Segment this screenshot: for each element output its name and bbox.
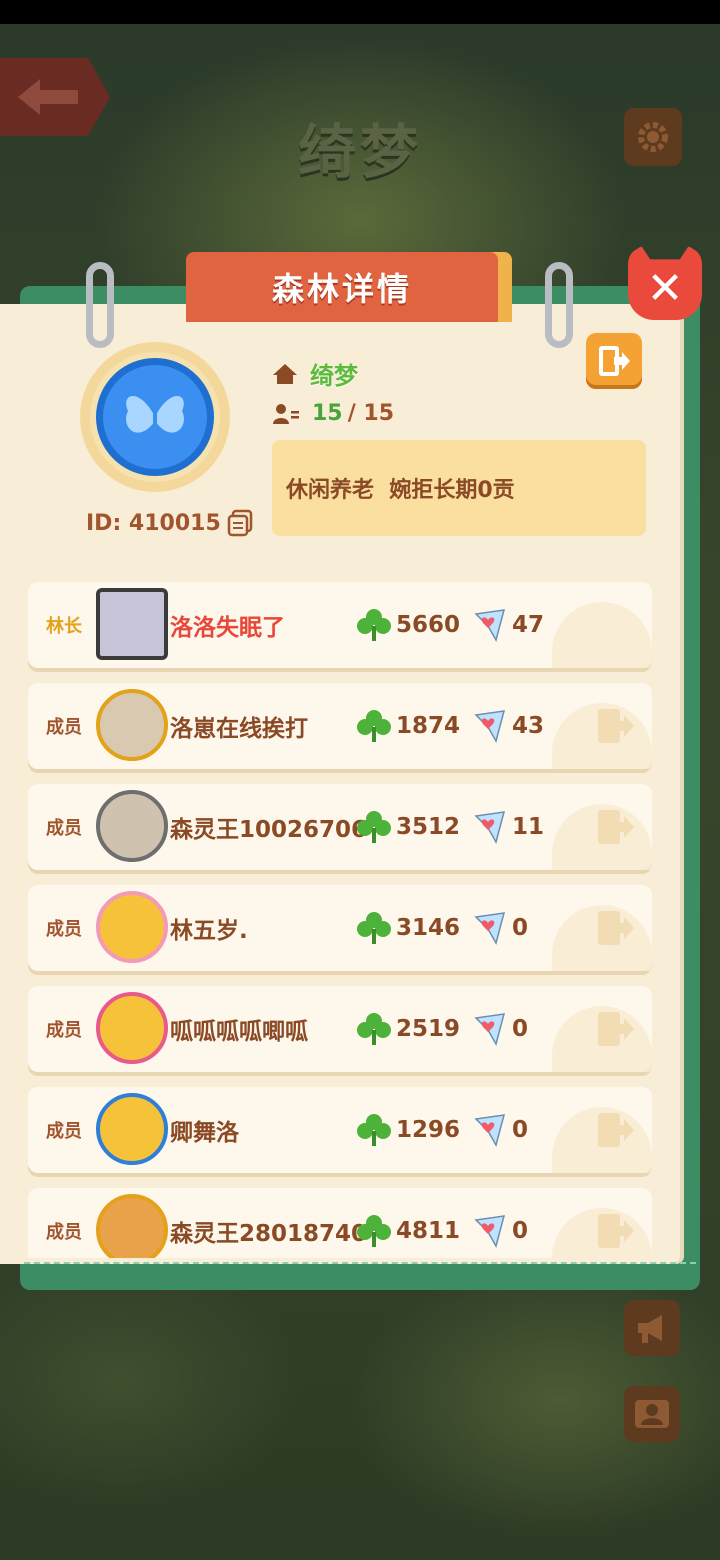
member-gifts: 0 [472, 911, 528, 945]
binder-ring-left [86, 262, 114, 348]
remove-member-button[interactable] [594, 1008, 636, 1050]
member-score: 5660 [356, 608, 460, 642]
avatar[interactable] [96, 1093, 168, 1165]
member-name: 卿舞洛 [170, 1120, 239, 1146]
forest-name: 绮梦 [310, 362, 358, 390]
clover-icon [357, 710, 391, 742]
contact-card-icon [635, 1400, 669, 1428]
clover-icon [357, 1114, 391, 1146]
clover-icon [357, 609, 391, 641]
member-score: 4811 [356, 1214, 460, 1248]
member-row[interactable]: 成员 森灵王10026706 3512 11 [28, 784, 652, 870]
forest-announcement: 休闲养老 婉拒长期0贡 [272, 440, 646, 536]
avatar[interactable] [96, 588, 168, 660]
status-bar [0, 0, 720, 24]
people-icon [273, 403, 299, 424]
member-role: 成员 [46, 1121, 82, 1142]
settings-button[interactable] [624, 108, 682, 166]
row-decoration [552, 602, 652, 668]
forest-emblem [80, 342, 230, 492]
avatar[interactable] [96, 891, 168, 963]
binder-ring-right [545, 262, 573, 348]
member-gifts: 11 [472, 810, 544, 844]
forest-id-text: ID: 410015 [86, 510, 221, 536]
remove-member-button[interactable] [594, 1109, 636, 1151]
member-list[interactable]: 林长 洛洛失眠了 5660 47 成员 洛崽在线挨打 1874 43 成员 森灵… [28, 582, 652, 1258]
member-score: 1296 [356, 1113, 460, 1147]
forest-title: 绮梦 [297, 118, 422, 186]
home-icon [273, 363, 297, 384]
forest-name-line: 绮梦 [272, 356, 358, 391]
close-icon: ✕ [646, 262, 684, 314]
member-gifts: 43 [472, 709, 544, 743]
member-row[interactable]: 林长 洛洛失眠了 5660 47 [28, 582, 652, 668]
heart-flag-icon [474, 710, 506, 743]
avatar[interactable] [96, 689, 168, 761]
clover-icon [357, 811, 391, 843]
butterfly-icon [126, 396, 184, 433]
clover-icon [357, 912, 391, 944]
exit-door-icon [599, 346, 630, 376]
member-role: 成员 [46, 1222, 82, 1243]
member-row[interactable]: 成员 卿舞洛 1296 0 [28, 1087, 652, 1173]
member-name: 森灵王28018740 [170, 1221, 368, 1247]
member-name: 洛洛失眠了 [170, 615, 285, 641]
heart-flag-icon [474, 1013, 506, 1046]
panel-stitch [24, 1262, 696, 1264]
member-max: / 15 [347, 401, 395, 426]
member-count: 15 [312, 401, 343, 426]
member-name: 呱呱呱呱唧呱 [170, 1019, 308, 1045]
member-role: 成员 [46, 1020, 82, 1041]
heart-flag-icon [474, 912, 506, 945]
member-row[interactable]: 成员 洛崽在线挨打 1874 43 [28, 683, 652, 769]
heart-flag-icon [474, 1215, 506, 1248]
member-gifts: 47 [472, 608, 544, 642]
avatar[interactable] [96, 1194, 168, 1258]
member-role: 成员 [46, 818, 82, 839]
member-score: 2519 [356, 1012, 460, 1046]
member-row[interactable]: 成员 呱呱呱呱唧呱 2519 0 [28, 986, 652, 1072]
announce-button[interactable] [624, 1300, 680, 1356]
member-name: 洛崽在线挨打 [170, 716, 308, 742]
heart-flag-icon [474, 609, 506, 642]
member-score: 1874 [356, 709, 460, 743]
remove-member-button[interactable] [594, 705, 636, 747]
member-score: 3512 [356, 810, 460, 844]
copy-icon[interactable] [227, 509, 255, 537]
gear-icon [638, 122, 668, 152]
panel-title-tab: 森林详情 [186, 252, 498, 322]
member-score: 3146 [356, 911, 460, 945]
leave-forest-button[interactable] [586, 333, 642, 389]
member-role: 成员 [46, 717, 82, 738]
megaphone-icon [638, 1315, 662, 1343]
member-gifts: 0 [472, 1012, 528, 1046]
member-role: 林长 [46, 616, 82, 637]
heart-flag-icon [474, 1114, 506, 1147]
clover-icon [357, 1215, 391, 1247]
member-name: 森灵王10026706 [170, 817, 368, 843]
announcement-text: 休闲养老 婉拒长期0贡 [286, 478, 515, 503]
forest-id: ID: 410015 [86, 506, 255, 540]
member-gifts: 0 [472, 1113, 528, 1147]
remove-member-button[interactable] [594, 1210, 636, 1252]
remove-member-button[interactable] [594, 907, 636, 949]
remove-member-button[interactable] [594, 806, 636, 848]
contacts-button[interactable] [624, 1386, 680, 1442]
member-row[interactable]: 成员 森灵王28018740 4811 0 [28, 1188, 652, 1258]
member-row[interactable]: 成员 林五岁. 3146 0 [28, 885, 652, 971]
member-name: 林五岁. [170, 918, 248, 944]
avatar[interactable] [96, 992, 168, 1064]
clover-icon [357, 1013, 391, 1045]
member-count-line: 15 / 15 [272, 401, 394, 426]
avatar[interactable] [96, 790, 168, 862]
member-role: 成员 [46, 919, 82, 940]
heart-flag-icon [474, 811, 506, 844]
panel-title: 森林详情 [271, 270, 412, 308]
member-gifts: 0 [472, 1214, 528, 1248]
